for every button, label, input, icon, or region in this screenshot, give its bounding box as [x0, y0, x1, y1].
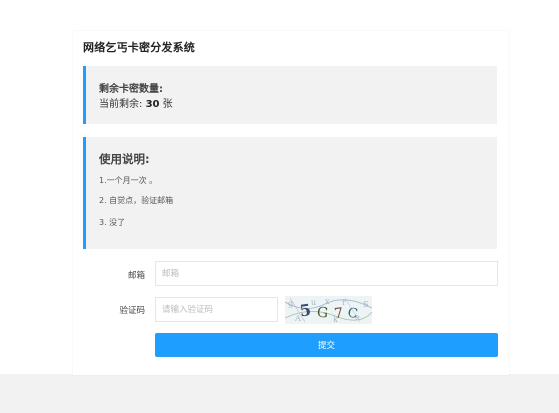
captcha-character: G: [316, 305, 329, 322]
instructions-panel: 使用说明: 1.一个月一次 。 2. 自觉点，验证邮箱 3. 没了: [83, 137, 497, 249]
main-card: 网络乞丐卡密分发系统 剩余卡密数量: 当前剩余: 30 张 使用说明: 1.一个…: [73, 31, 509, 375]
svg-text:u: u: [311, 298, 316, 307]
submit-button[interactable]: 提交: [155, 333, 498, 357]
svg-text:g: g: [288, 299, 293, 308]
remaining-count: 30: [145, 99, 160, 110]
captcha-label: 验证码: [119, 306, 145, 316]
page-title: 网络乞丐卡密分发系统: [83, 41, 195, 54]
email-label: 邮箱: [127, 271, 145, 281]
remaining-title: 剩余卡密数量:: [99, 84, 163, 95]
instructions-title: 使用说明:: [99, 152, 150, 166]
remaining-line: 当前剩余: 30 张: [99, 95, 173, 110]
remaining-prefix: 当前剩余:: [99, 99, 143, 110]
remaining-unit: 张: [162, 99, 173, 110]
page: 网络乞丐卡密分发系统 剩余卡密数量: 当前剩余: 30 张 使用说明: 1.一个…: [0, 0, 559, 413]
captcha-input[interactable]: [155, 297, 278, 322]
instruction-item: 3. 没了: [99, 218, 126, 227]
captcha-graphic: gAu kre Sx 5 G 7 C: [285, 296, 372, 324]
captcha-image[interactable]: gAu kre Sx 5 G 7 C: [285, 296, 372, 324]
captcha-character: 7: [333, 305, 344, 322]
instruction-item: 2. 自觉点，验证邮箱: [99, 196, 174, 205]
svg-text:S: S: [363, 300, 368, 309]
svg-text:r: r: [342, 298, 346, 307]
remaining-panel: 剩余卡密数量: 当前剩余: 30 张: [83, 66, 497, 124]
instruction-item: 1.一个月一次 。: [99, 176, 158, 185]
email-field[interactable]: [155, 261, 498, 286]
